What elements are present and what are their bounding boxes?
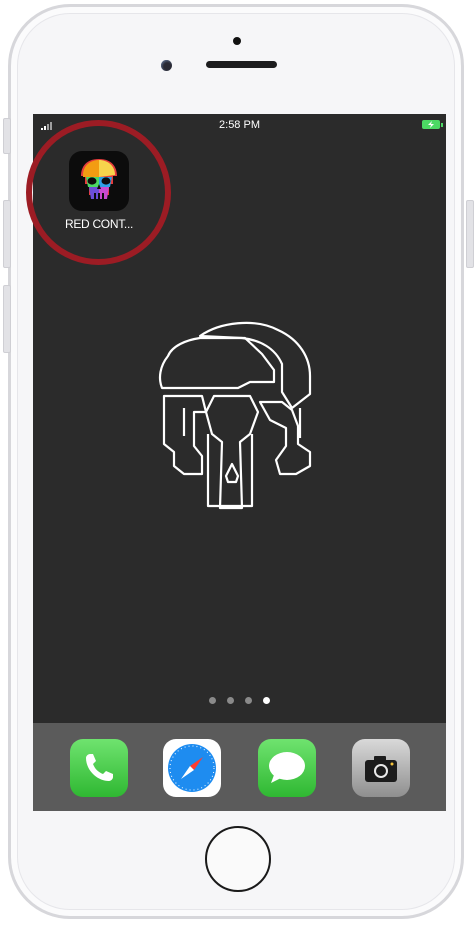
front-camera: [161, 60, 172, 71]
home-button[interactable]: [205, 826, 271, 892]
dock-app-phone[interactable]: [70, 739, 128, 797]
dock-app-safari[interactable]: [163, 739, 221, 797]
page-dot[interactable]: [245, 697, 252, 704]
volume-up-button[interactable]: [3, 200, 11, 268]
skull-wallpaper-graphic: [158, 321, 312, 510]
battery-charging-icon: [422, 120, 443, 129]
messages-bubble-icon: [269, 752, 305, 783]
power-button[interactable]: [466, 200, 474, 268]
phone-icon: [86, 754, 113, 781]
dock-app-messages[interactable]: [258, 739, 316, 797]
dock-app-camera[interactable]: [352, 739, 410, 797]
speaker-grille: [206, 61, 277, 68]
dock: [33, 723, 446, 811]
mute-switch[interactable]: [3, 118, 11, 154]
page-dot-active[interactable]: [263, 697, 270, 704]
earpiece-dot: [233, 37, 241, 45]
highlight-circle: [26, 120, 171, 265]
volume-down-button[interactable]: [3, 285, 11, 353]
camera-icon: [365, 756, 397, 782]
safari-compass-icon: [168, 744, 216, 792]
page-dot[interactable]: [227, 697, 234, 704]
page-indicator[interactable]: [33, 697, 446, 704]
page-dot[interactable]: [209, 697, 216, 704]
